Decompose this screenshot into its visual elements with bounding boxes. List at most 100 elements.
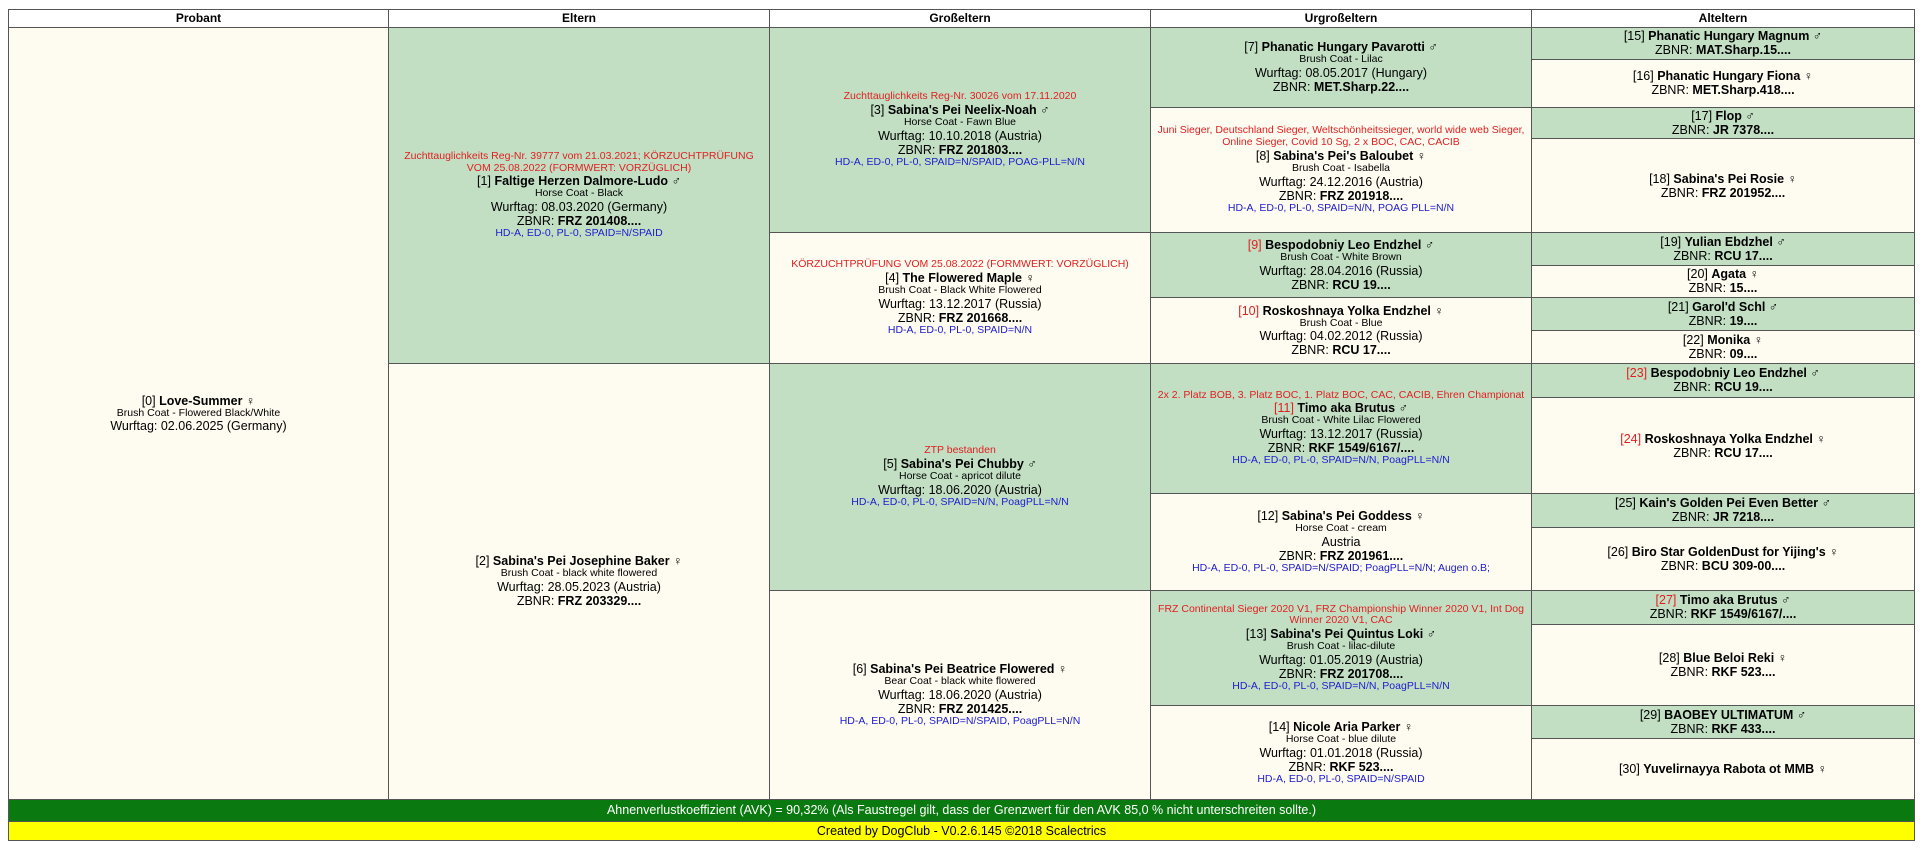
dog-registration: RCU 19.... [1714, 380, 1773, 395]
sex-icon: ♀ [1403, 719, 1414, 734]
dog-registration: ZBNR: [516, 594, 555, 609]
dog-cell-9[interactable]: [9] Bespodobniy Leo Endzhel ♂ Brush Coat… [1150, 231, 1532, 299]
dog-registration-row: ZBNR: FRZ 201803.... [774, 143, 1146, 157]
dog-coat: Brush Coat - White Brown [1280, 251, 1402, 264]
dog-cell-7[interactable]: [7] Phanatic Hungary Pavarotti ♂ Brush C… [1150, 27, 1532, 108]
header-row: Probant Eltern Großeltern Urgroßeltern A… [8, 9, 1915, 28]
dog-registration: RCU 17.... [1714, 248, 1773, 263]
dog-cell-0[interactable]: [0] Love-Summer ♀ Brush Coat - Flowered … [8, 26, 389, 801]
dog-cell-12[interactable]: [12] Sabina's Pei Goddess ♀ Horse Coat -… [1150, 493, 1532, 591]
dog-cell-13[interactable]: FRZ Continental Sieger 2020 V1, FRZ Cham… [1150, 589, 1532, 707]
dog-health: HD-A, ED-0, PL-0, SPAID=N/SPAID; PoagPLL… [1192, 562, 1490, 575]
dog-name-row: [12] Sabina's Pei Goddess ♀ [1155, 509, 1527, 523]
dog-birthdate: Wurftag: [878, 128, 926, 143]
dog-number: [27] [1655, 593, 1677, 608]
dog-cell-25[interactable]: [25] Kain's Golden Pei Even Better ♂ ZBN… [1531, 493, 1915, 528]
dog-cell-30[interactable]: [30] Yuvelirnayya Rabota ot MMB ♀ [1531, 737, 1915, 801]
dog-registration: MET.Sharp.418.... [1692, 83, 1795, 98]
dog-name-row: [17] Flop ♂ [1536, 109, 1910, 123]
dog-birthdate: 18.06.2020 (Austria) [928, 688, 1042, 703]
sex-icon: ♂ [671, 174, 681, 189]
dog-name-row: [27] Timo aka Brutus ♂ [1536, 593, 1910, 607]
dog-birth-row: Wurftag: 01.01.2018 (Russia) [1155, 746, 1527, 760]
dog-coat: Brush Coat - Isabella [1291, 161, 1391, 174]
dog-number: [14] [1268, 719, 1290, 734]
dog-cell-22[interactable]: [22] Monika ♀ ZBNR: 09.... [1531, 329, 1915, 364]
dog-cell-28[interactable]: [28] Blue Beloi Reki ♀ ZBNR: RKF 523.... [1531, 623, 1915, 707]
dog-cell-2[interactable]: [2] Sabina's Pei Josephine Baker ♀ Brush… [388, 362, 770, 801]
dog-cell-24[interactable]: [24] Roskoshnaya Yolka Endzhel ♀ ZBNR: R… [1531, 397, 1915, 495]
sex-icon: ♂ [1768, 300, 1779, 315]
dog-cell-15[interactable]: [15] Phanatic Hungary Magnum ♂ ZBNR: MAT… [1531, 27, 1915, 60]
dog-name-row: [14] Nicole Aria Parker ♀ [1155, 720, 1527, 734]
dog-birth-row: Wurftag: 04.02.2012 (Russia) [1155, 329, 1527, 343]
dog-name: Blue Beloi Reki [1683, 650, 1775, 665]
dog-coat: Brush Coat - White Lilac Flowered [1261, 414, 1421, 427]
dog-name-row: [20] Agata ♀ [1536, 267, 1910, 281]
dog-registration: ZBNR: [1688, 314, 1727, 329]
dog-honors: Zuchttauglichkeits Reg-Nr. 39777 vom 21.… [404, 149, 754, 174]
dog-name-row: [10] Roskoshnaya Yolka Endzhel ♀ [1155, 304, 1527, 318]
sex-icon: ♂ [1776, 234, 1786, 249]
dog-cell-14[interactable]: [14] Nicole Aria Parker ♀ Horse Coat - b… [1150, 705, 1532, 801]
dog-birth-row: Wurftag: 18.06.2020 (Austria) [774, 483, 1146, 497]
dog-birthdate: 24.12.2016 (Austria) [1309, 174, 1423, 189]
dog-cell-27[interactable]: [27] Timo aka Brutus ♂ ZBNR: RKF 1549/61… [1531, 590, 1915, 625]
dog-number: [2] [475, 554, 490, 569]
sex-icon: ♂ [1810, 366, 1820, 381]
dog-cell-10[interactable]: [10] Roskoshnaya Yolka Endzhel ♀ Brush C… [1150, 297, 1532, 364]
dog-registration: RKF 1549/6167/.... [1308, 441, 1415, 456]
dog-cell-4[interactable]: KÖRZUCHTPRÜFUNG VOM 25.08.2022 (FORMWERT… [769, 232, 1151, 364]
dog-name: Yulian Ebdzhel [1684, 234, 1773, 249]
dog-birthdate: Wurftag: [1259, 329, 1307, 344]
dog-name: Faltige Herzen Dalmore-Ludo [494, 174, 669, 189]
dog-health: HD-A, ED-0, PL-0, SPAID=N/N, PoagPLL=N/N [1232, 679, 1450, 692]
dog-registration-row: ZBNR: RCU 19.... [1155, 278, 1527, 292]
dog-cell-11[interactable]: 2x 2. Platz BOB, 3. Platz BOC, 1. Platz … [1150, 362, 1532, 495]
dog-cell-3[interactable]: Zuchttauglichkeits Reg-Nr. 30026 vom 17.… [769, 27, 1151, 233]
dog-registration: FRZ 201952.... [1701, 185, 1786, 200]
dog-number: [20] [1687, 267, 1708, 282]
dog-name-row: [28] Blue Beloi Reki ♀ [1536, 651, 1910, 665]
dog-honors: 2x 2. Platz BOB, 3. Platz BOC, 1. Platz … [1157, 388, 1525, 401]
sex-icon: ♂ [1745, 108, 1755, 123]
dog-registration: 15.... [1729, 281, 1758, 296]
sex-icon: ♀ [1749, 267, 1759, 282]
dog-cell-21[interactable]: [21] Garol'd Schl ♂ ZBNR: 19.... [1531, 297, 1915, 331]
dog-birth-row: Wurftag: 13.12.2017 (Russia) [1155, 427, 1527, 441]
dog-registration-row: ZBNR: MAT.Sharp.15.... [1536, 43, 1910, 57]
dog-name-row: [26] Biro Star GoldenDust for Yijing's ♀ [1536, 545, 1910, 559]
dog-cell-8[interactable]: Juni Sieger, Deutschland Sieger, Weltsch… [1150, 106, 1532, 234]
dog-cell-26[interactable]: [26] Biro Star GoldenDust for Yijing's ♀… [1531, 526, 1915, 592]
dog-cell-29[interactable]: [29] BAOBEY ULTIMATUM ♂ ZBNR: RKF 433...… [1531, 705, 1915, 739]
dog-cell-1[interactable]: Zuchttauglichkeits Reg-Nr. 39777 vom 21.… [388, 27, 770, 364]
dog-name-row: [6] Sabina's Pei Beatrice Flowered ♀ [774, 662, 1146, 676]
dog-cell-20[interactable]: [20] Agata ♀ ZBNR: 15.... [1531, 264, 1915, 299]
dog-cell-19[interactable]: [19] Yulian Ebdzhel ♂ ZBNR: RCU 17.... [1531, 232, 1915, 266]
credit-footer: Created by DogClub - V0.2.6.145 ©2018 Sc… [8, 820, 1915, 841]
dog-registration-row: ZBNR: FRZ 201708.... [1155, 667, 1527, 681]
dog-name: Love-Summer [159, 393, 243, 408]
dog-registration: ZBNR: [1291, 343, 1329, 358]
dog-birthdate: 13.12.2017 (Russia) [1309, 427, 1423, 442]
dog-registration-row: ZBNR: RKF 523.... [1155, 760, 1527, 774]
dog-cell-5[interactable]: ZTP bestanden [5] Sabina's Pei Chubby ♂ … [769, 362, 1151, 592]
dog-registration: ZBNR: [1278, 666, 1317, 681]
dog-number: [24] [1620, 431, 1642, 446]
dog-cell-18[interactable]: [18] Sabina's Pei Rosie ♀ ZBNR: FRZ 2019… [1531, 138, 1915, 233]
dog-registration: RKF 433.... [1711, 722, 1776, 737]
dog-number: [12] [1257, 509, 1279, 524]
dog-cell-6[interactable]: [6] Sabina's Pei Beatrice Flowered ♀ Bea… [769, 589, 1151, 801]
dog-cell-23[interactable]: [23] Bespodobniy Leo Endzhel ♂ ZBNR: RCU… [1531, 362, 1915, 399]
dog-registration-row: ZBNR: RCU 17.... [1155, 343, 1527, 357]
dog-cell-17[interactable]: [17] Flop ♂ ZBNR: JR 7378.... [1531, 106, 1915, 140]
dog-registration: FRZ 203329.... [557, 594, 642, 609]
dog-birthdate: Wurftag: [878, 482, 926, 497]
dog-number: [17] [1691, 108, 1713, 123]
dog-registration: FRZ 201408.... [557, 214, 642, 229]
dog-registration: FRZ 201918.... [1319, 188, 1404, 203]
sex-icon: ♀ [1803, 69, 1814, 84]
dog-birthdate: 28.04.2016 (Russia) [1309, 264, 1423, 279]
dog-coat: Horse Coat - blue dilute [1285, 732, 1397, 745]
dog-cell-16[interactable]: [16] Phanatic Hungary Fiona ♀ ZBNR: MET.… [1531, 58, 1915, 108]
